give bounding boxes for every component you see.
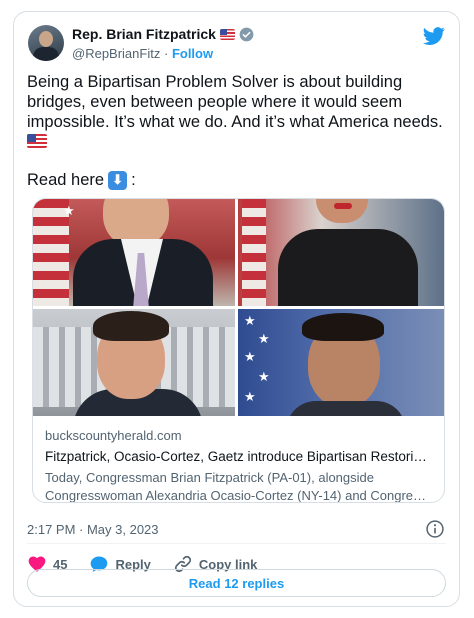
down-arrow-emoji: ⬇ [108, 170, 128, 190]
link-image-portrait-3 [33, 309, 235, 416]
tweet-card: Rep. Brian Fitzpatrick @RepBrianFitz · F… [13, 11, 460, 607]
divider [27, 543, 446, 544]
link-description-line-1: Today, Congressman Brian Fitzpatrick (PA… [45, 470, 374, 485]
author-handle[interactable]: @RepBrianFitz [72, 46, 160, 61]
twitter-bird-icon[interactable] [423, 25, 445, 47]
read-here-text: Read here [27, 171, 105, 189]
follow-button[interactable]: Follow [172, 46, 213, 61]
verified-badge-icon [239, 27, 254, 41]
author-avatar[interactable] [28, 25, 64, 61]
tweet-body: Being a Bipartisan Problem Solver is abo… [27, 73, 443, 131]
handle-separator: · [163, 46, 169, 61]
link-meta: buckscountyherald.com Fitzpatrick, Ocasi… [33, 416, 444, 503]
link-preview-card[interactable]: ★ ★ ★ ★ ★ ★ buckscountyherald.com Fitzpa… [32, 198, 445, 503]
link-image-portrait-2 [238, 199, 444, 306]
author-handle-row: @RepBrianFitz · Follow [72, 46, 213, 61]
read-here-colon: : [131, 171, 136, 189]
us-flag-emoji [27, 134, 47, 148]
read-replies-button[interactable]: Read 12 replies [27, 569, 446, 597]
link-image-portrait-4: ★ ★ ★ ★ ★ [238, 309, 444, 416]
read-here-line: Read here ⬇: [27, 170, 136, 190]
us-flag-emoji [219, 28, 235, 40]
tweet-timestamp[interactable]: 2:17 PM · May 3, 2023 [27, 522, 159, 537]
link-domain: buckscountyherald.com [45, 428, 182, 443]
link-headline[interactable]: Fitzpatrick, Ocasio-Cortez, Gaetz introd… [45, 448, 432, 466]
info-icon[interactable] [425, 519, 445, 539]
author-name-row: Rep. Brian Fitzpatrick [72, 26, 254, 42]
link-image-portrait-1: ★ [33, 199, 235, 306]
tweet-text: Being a Bipartisan Problem Solver is abo… [27, 72, 447, 152]
link-description: Today, Congressman Brian Fitzpatrick (PA… [45, 469, 432, 503]
author-name[interactable]: Rep. Brian Fitzpatrick [72, 26, 216, 42]
link-description-line-2: Congresswoman Alexandria Ocasio-Cortez (… [45, 488, 432, 503]
